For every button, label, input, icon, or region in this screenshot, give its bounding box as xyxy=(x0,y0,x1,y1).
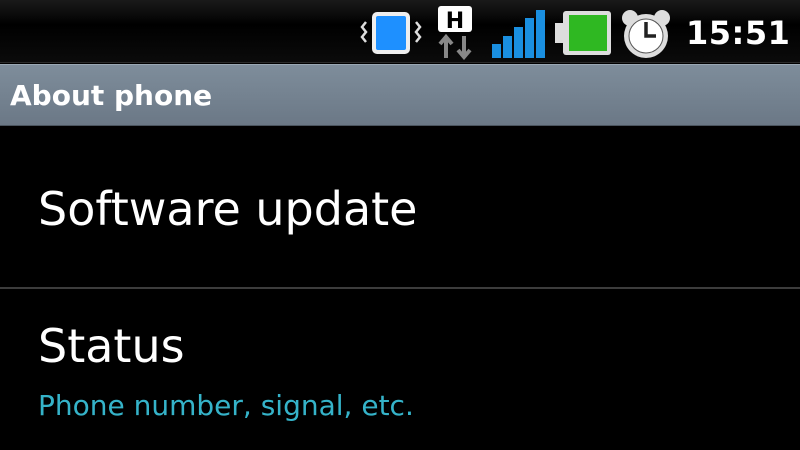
list-item-software-update[interactable]: Software update xyxy=(0,127,800,288)
list-item-summary: Phone number, signal, etc. xyxy=(38,389,414,422)
alarm-icon xyxy=(622,10,670,58)
network-type-label: H xyxy=(446,9,464,34)
list-item-status[interactable]: Status Phone number, signal, etc. xyxy=(0,289,800,450)
list-item-title: Software update xyxy=(38,182,418,236)
battery-icon xyxy=(555,11,611,55)
list-item-title: Status xyxy=(38,319,185,373)
title-bar: About phone xyxy=(0,64,800,126)
screen: H 15:51 About phone Software update Stat… xyxy=(0,0,800,450)
status-bar[interactable]: H 15:51 xyxy=(0,0,800,63)
hsdpa-icon: H xyxy=(438,6,472,60)
page-title: About phone xyxy=(10,79,213,112)
signal-icon xyxy=(492,10,545,58)
vibrate-icon xyxy=(360,12,422,54)
clock: 15:51 xyxy=(686,14,791,52)
